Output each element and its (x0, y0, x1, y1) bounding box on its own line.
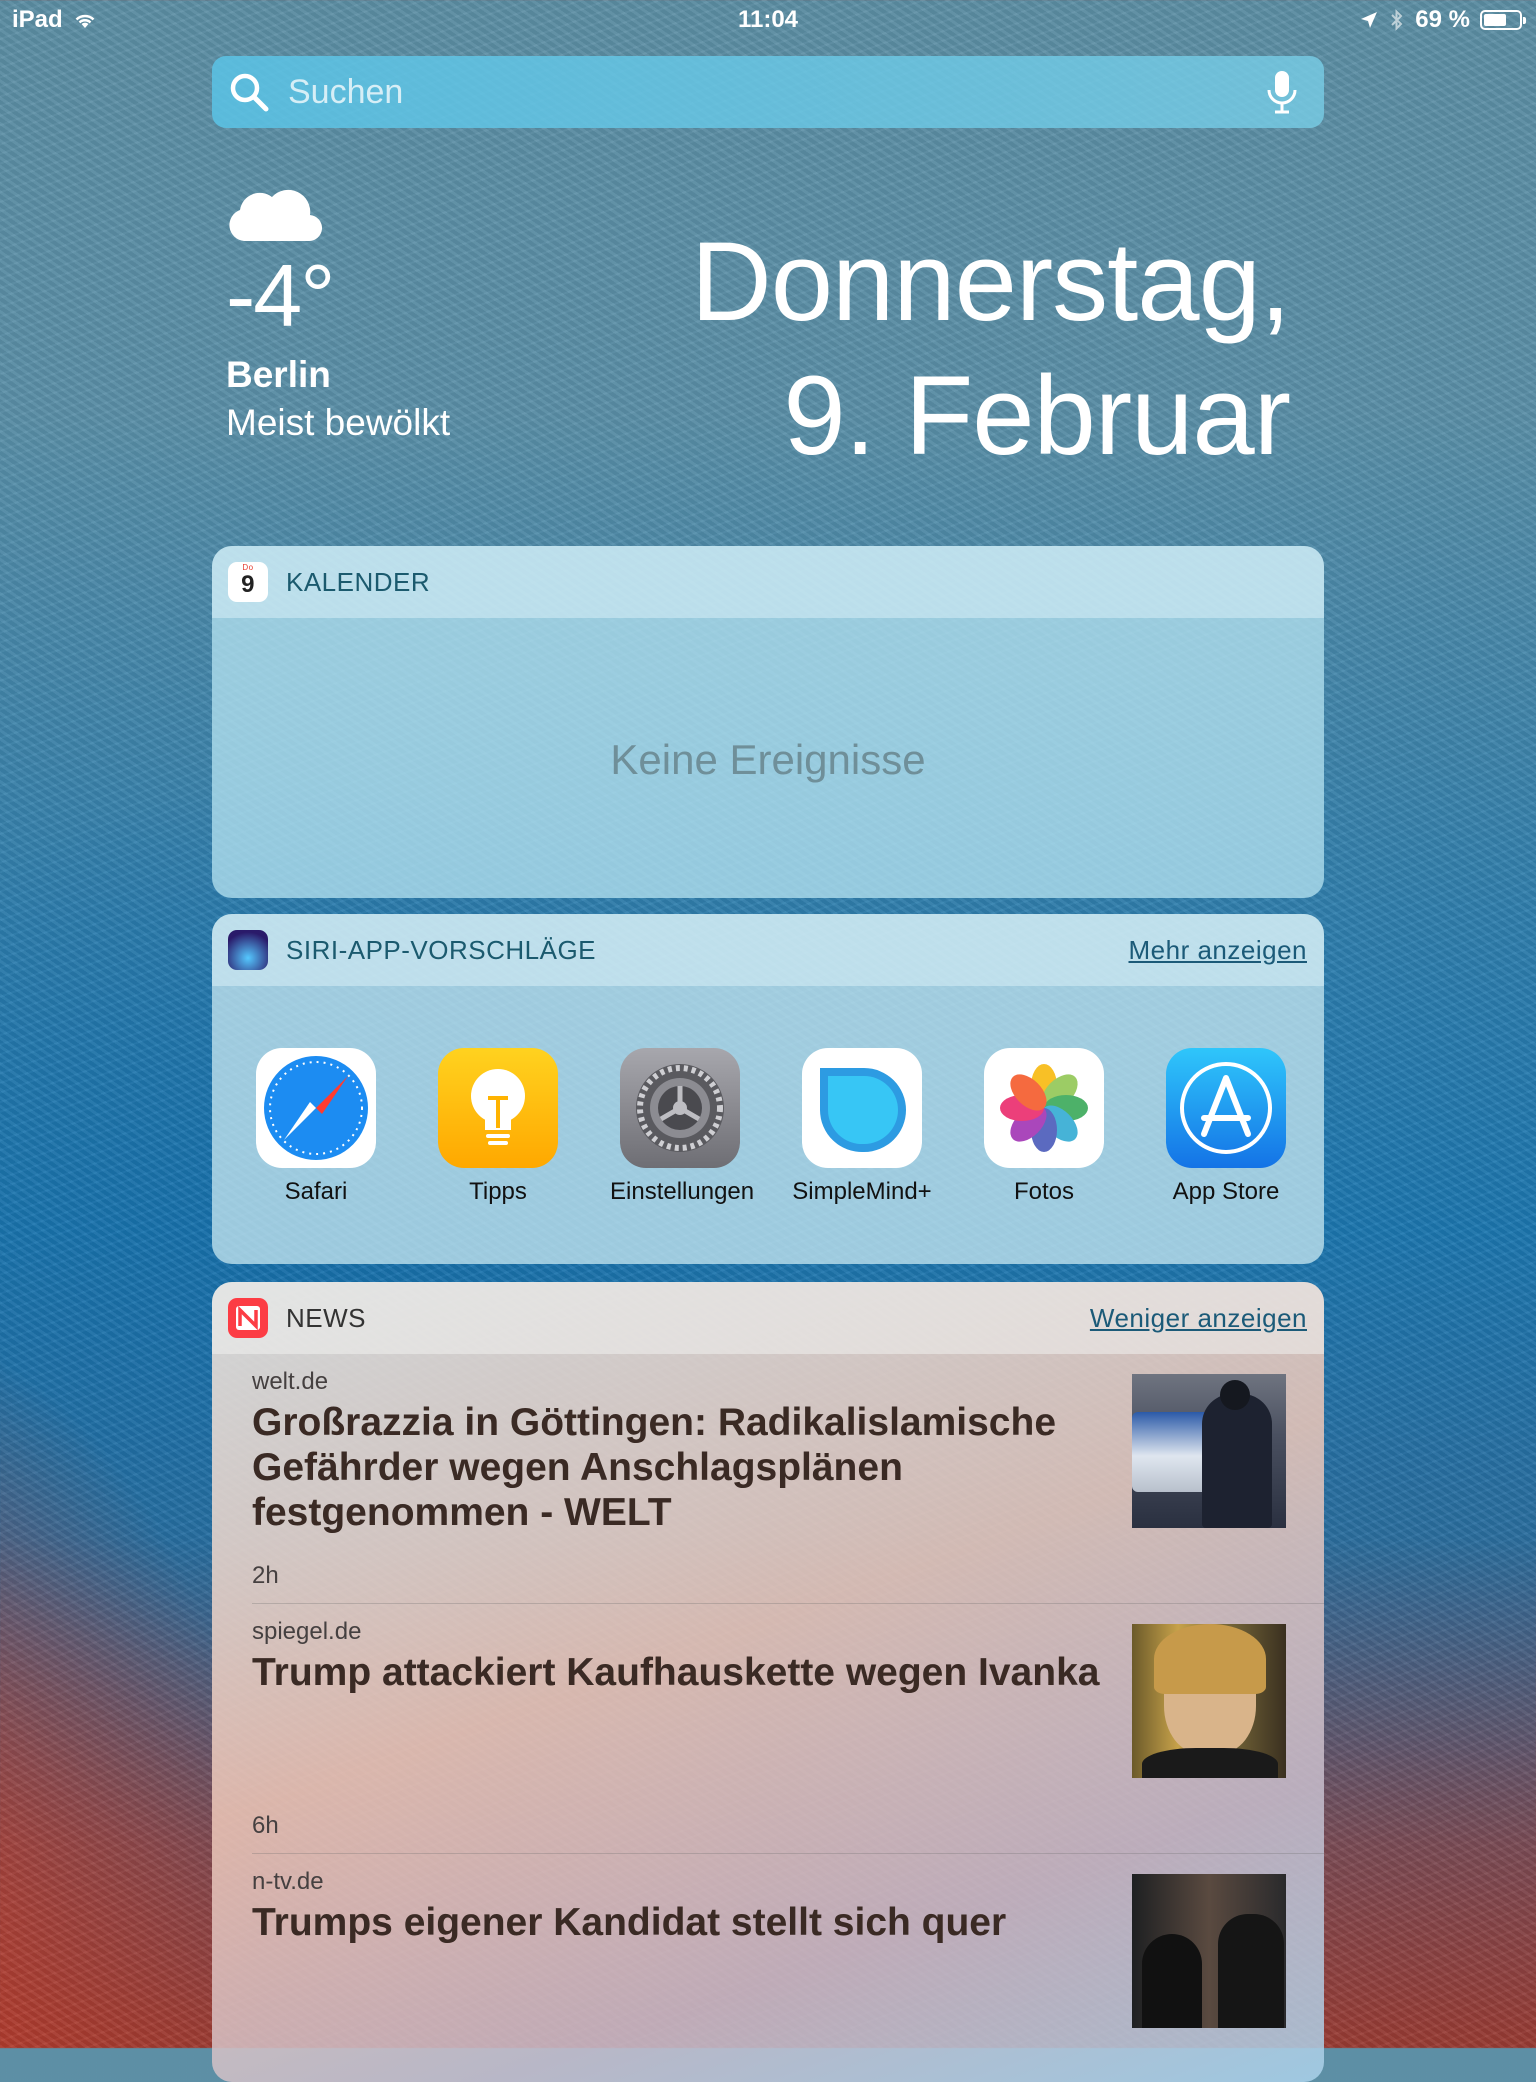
lightbulb-icon (438, 1048, 558, 1168)
app-einstellungen[interactable]: Einstellungen (610, 1048, 755, 1206)
news-headline: Trumps eigener Kandidat stellt sich quer (252, 1901, 1007, 1944)
news-widget-header: NEWS Weniger anzeigen (212, 1282, 1324, 1354)
app-label: SimpleMind+ (792, 1178, 932, 1205)
calendar-widget[interactable]: Do 9 KALENDER Keine Ereignisse (212, 546, 1324, 898)
microphone-icon[interactable] (1262, 68, 1302, 116)
calendar-widget-header[interactable]: Do 9 KALENDER (212, 546, 1324, 618)
news-age: 6h (252, 1812, 279, 1839)
news-thumbnail-police (1132, 1374, 1286, 1528)
news-app-icon (228, 1298, 268, 1338)
battery-fill (1484, 14, 1507, 26)
siri-widget-header: SIRI-APP-VORSCHLÄGE Mehr anzeigen (212, 914, 1324, 986)
weather-widget[interactable]: -4° Berlin Meist bewölkt (226, 175, 450, 444)
siri-icon (228, 930, 268, 970)
news-source: n-tv.de (252, 1868, 324, 1895)
no-events-text: Keine Ereignisse (610, 736, 926, 783)
cloud-icon (229, 189, 323, 242)
simplemind-icon (802, 1048, 922, 1168)
app-label: Safari (284, 1178, 348, 1205)
siri-widget-title: SIRI-APP-VORSCHLÄGE (286, 934, 597, 965)
app-tipps[interactable]: Tipps (428, 1048, 568, 1206)
show-more-link[interactable]: Mehr anzeigen (1129, 935, 1308, 966)
news-headline: Trump attackiert Kaufhauskette wegen Iva… (252, 1651, 1100, 1694)
news-headline: Großrazzia in Göttingen: Radikalislamisc… (252, 1401, 1057, 1534)
news-thumbnail-portrait (1132, 1624, 1286, 1778)
siri-suggestions-widget[interactable]: SIRI-APP-VORSCHLÄGE Mehr anzeigen Safari (212, 914, 1324, 1264)
date-display: Donnerstag, 9. Februar (690, 215, 1291, 483)
news-thumbnail-dark (1132, 1874, 1286, 2028)
calendar-app-icon: Do 9 (228, 562, 268, 602)
news-age: 2h (252, 1562, 279, 1589)
app-label: Einstellungen (610, 1178, 755, 1205)
app-suggestion-row: Safari Tipps Einstellungen SimpleMind+ F… (212, 1048, 1324, 1206)
calendar-widget-title: KALENDER (286, 566, 431, 597)
safari-icon (256, 1048, 376, 1168)
search-bar[interactable] (212, 56, 1324, 128)
search-input[interactable] (286, 61, 1262, 123)
date-day-month: 9. Februar (783, 353, 1291, 478)
app-simplemind[interactable]: SimpleMind+ (792, 1048, 932, 1206)
battery-icon (1480, 10, 1526, 30)
app-app-store[interactable]: App Store (1156, 1048, 1296, 1206)
weather-city: Berlin (226, 354, 331, 395)
date-weekday: Donnerstag, (690, 219, 1291, 344)
news-item[interactable]: spiegel.de Trump attackiert Kaufhauskett… (252, 1604, 1324, 1854)
news-source: welt.de (252, 1368, 329, 1395)
show-less-link[interactable]: Weniger anzeigen (1090, 1303, 1307, 1334)
bluetooth-icon (1391, 9, 1403, 31)
battery-percent: 69 % (1415, 6, 1470, 33)
app-label: App Store (1172, 1178, 1280, 1205)
search-icon (230, 73, 269, 112)
photos-flower-icon (984, 1048, 1104, 1168)
app-label: Tipps (469, 1178, 527, 1205)
gear-icon (620, 1048, 740, 1168)
status-bar: iPad 11:04 69 % (0, 0, 1536, 40)
news-widget[interactable]: NEWS Weniger anzeigen welt.de Großrazzia… (212, 1282, 1324, 2082)
app-safari[interactable]: Safari (246, 1048, 386, 1206)
app-fotos[interactable]: Fotos (974, 1048, 1114, 1206)
calendar-icon-date: 9 (241, 571, 255, 598)
app-label: Fotos (1013, 1178, 1075, 1205)
location-arrow-icon (1361, 12, 1378, 28)
clock: 11:04 (737, 6, 799, 33)
news-item[interactable]: welt.de Großrazzia in Göttingen: Radikal… (252, 1354, 1324, 1604)
weather-condition: Meist bewölkt (226, 402, 451, 443)
news-widget-title: NEWS (286, 1302, 366, 1333)
temperature: -4° (226, 246, 335, 345)
news-source: spiegel.de (252, 1618, 362, 1645)
app-store-icon (1166, 1048, 1286, 1168)
